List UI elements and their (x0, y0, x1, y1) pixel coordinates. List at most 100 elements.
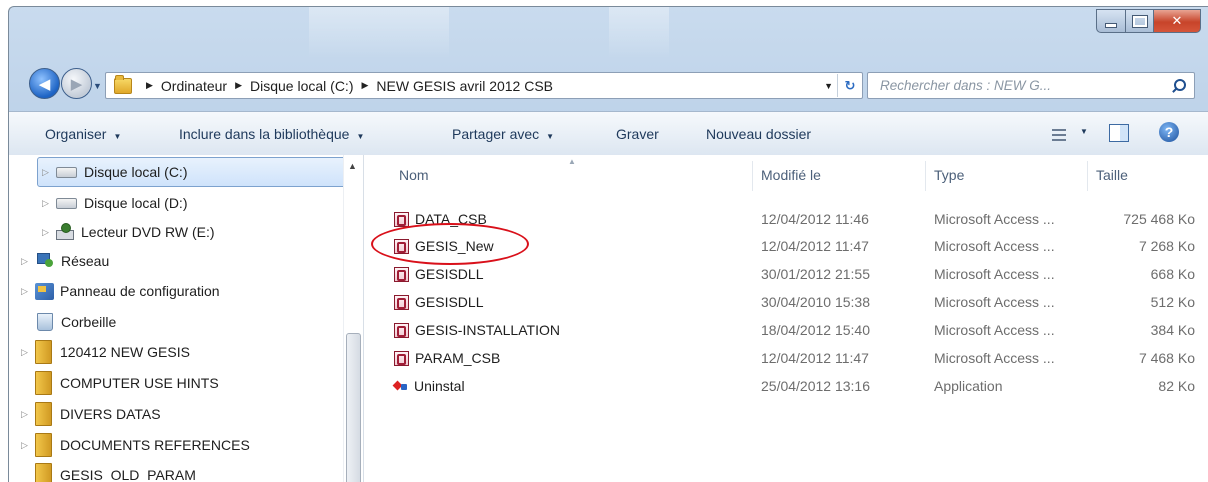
nav-item-label: 120412 NEW GESIS (60, 344, 190, 360)
file-row[interactable]: GESISDLL 30/01/2012 21:55 Microsoft Acce… (364, 261, 1208, 288)
burn-button[interactable]: Graver (616, 126, 659, 142)
drive-icon (56, 197, 77, 209)
back-button[interactable]: ◀ (29, 68, 60, 99)
application-icon (394, 380, 408, 392)
file-name: GESIS-INSTALLATION (415, 322, 560, 338)
nav-item-network[interactable]: ▷ Réseau (21, 247, 109, 275)
recent-pages-dropdown[interactable]: ▼ (93, 81, 102, 91)
file-type: Microsoft Access ... (934, 211, 1055, 227)
file-size: 668 Ko (1150, 266, 1195, 282)
chevron-down-icon: ▼ (113, 132, 122, 141)
file-name-cell: GESISDLL (394, 266, 483, 282)
column-header-modified[interactable]: Modifié le (761, 167, 821, 183)
sort-arrow-icon: ▲ (568, 157, 576, 166)
folder-icon (35, 371, 52, 395)
expand-arrow-icon[interactable]: ▷ (42, 198, 56, 209)
nav-item-local-disk-c[interactable]: ▷ Disque local (C:) (37, 157, 357, 187)
nav-item-folder[interactable]: ▷ 120412 NEW GESIS (21, 338, 190, 366)
address-bar[interactable]: ▶ Ordinateur ▶ Disque local (C:) ▶ NEW G… (105, 72, 863, 99)
file-modified: 30/04/2010 15:38 (761, 294, 870, 310)
help-icon[interactable]: ? (1159, 122, 1179, 142)
nav-item-folder[interactable]: COMPUTER USE HINTS (35, 369, 219, 397)
file-size: 7 468 Ko (1138, 350, 1195, 366)
file-row[interactable]: DATA_CSB 12/04/2012 11:46 Microsoft Acce… (364, 206, 1208, 233)
nav-item-dvd-drive[interactable]: ▷ Lecteur DVD RW (E:) (42, 218, 215, 246)
expand-arrow-icon[interactable]: ▷ (21, 256, 35, 267)
dvd-drive-icon (56, 223, 74, 240)
expand-arrow-icon[interactable]: ▷ (21, 440, 35, 451)
expand-arrow-icon[interactable]: ▷ (21, 409, 35, 420)
file-row[interactable]: Uninstal 25/04/2012 13:16 Application 82… (364, 373, 1208, 400)
file-modified: 12/04/2012 11:47 (761, 238, 869, 254)
search-input[interactable] (878, 77, 1172, 94)
preview-pane-icon[interactable] (1109, 124, 1129, 142)
column-header-type[interactable]: Type (934, 167, 964, 183)
access-db-icon (394, 266, 409, 282)
forward-button[interactable]: ▶ (61, 68, 92, 99)
expand-arrow-icon[interactable]: ▷ (21, 286, 35, 297)
title-bar[interactable]: ✕ (9, 7, 1208, 59)
close-button[interactable]: ✕ (1153, 9, 1201, 33)
address-history-dropdown[interactable]: ▼ (824, 81, 833, 91)
chevron-down-icon: ▼ (546, 132, 555, 141)
column-divider[interactable] (752, 161, 753, 191)
scrollbar-thumb[interactable] (346, 333, 361, 482)
file-name-cell: DATA_CSB (394, 211, 487, 227)
expand-arrow-icon[interactable]: ▷ (42, 167, 56, 178)
file-row[interactable]: GESISDLL 30/04/2010 15:38 Microsoft Acce… (364, 289, 1208, 316)
breadcrumb-computer[interactable]: Ordinateur (161, 78, 227, 94)
expand-arrow-icon[interactable]: ▷ (21, 347, 35, 358)
file-row[interactable]: PARAM_CSB 12/04/2012 11:47 Microsoft Acc… (364, 345, 1208, 372)
forward-arrow-icon: ▶ (70, 75, 83, 93)
column-header-size[interactable]: Taille (1096, 167, 1128, 183)
explorer-window: ✕ ◀ ▶ ▼ ▶ Ordinateur ▶ Disque local (C:)… (8, 6, 1208, 482)
breadcrumb-local-disk[interactable]: Disque local (C:) (250, 78, 353, 94)
file-modified: 30/01/2012 21:55 (761, 266, 870, 282)
chevron-right-icon[interactable]: ▶ (235, 80, 242, 91)
access-db-icon (394, 322, 409, 338)
minimize-button[interactable] (1096, 9, 1125, 33)
nav-scrollbar[interactable]: ▲ (343, 155, 362, 482)
nav-item-folder[interactable]: GESIS_OLD_PARAM (35, 461, 196, 482)
file-list: ▲ Nom Modifié le Type Taille DATA_CSB 12… (364, 155, 1208, 482)
nav-item-local-disk-d[interactable]: ▷ Disque local (D:) (42, 189, 187, 217)
file-row[interactable]: GESIS_New 12/04/2012 11:47 Microsoft Acc… (364, 233, 1208, 260)
nav-item-control-panel[interactable]: ▷ Panneau de configuration (21, 277, 220, 305)
expand-arrow-icon[interactable]: ▷ (42, 227, 56, 238)
organize-menu[interactable]: Organiser ▼ (45, 126, 121, 142)
folder-icon (35, 433, 52, 457)
file-type: Microsoft Access ... (934, 294, 1055, 310)
nav-item-label: Disque local (D:) (84, 195, 188, 211)
chevron-down-icon[interactable]: ▼ (1080, 127, 1088, 136)
file-modified: 12/04/2012 11:47 (761, 350, 869, 366)
view-options-icon[interactable] (1052, 129, 1068, 141)
search-icon[interactable] (1172, 78, 1186, 93)
folder-icon (35, 340, 52, 364)
new-folder-button[interactable]: Nouveau dossier (706, 126, 811, 142)
file-name: GESISDLL (415, 294, 484, 310)
nav-item-recycle-bin[interactable]: Corbeille (35, 308, 116, 336)
file-name-cell: PARAM_CSB (394, 350, 500, 366)
nav-item-folder[interactable]: ▷ DOCUMENTS REFERENCES (21, 431, 250, 459)
file-type: Microsoft Access ... (934, 266, 1055, 282)
back-arrow-icon: ◀ (38, 75, 51, 93)
column-header-name[interactable]: Nom (399, 167, 429, 183)
nav-item-folder[interactable]: ▷ DIVERS DATAS (21, 400, 161, 428)
caption-buttons: ✕ (1096, 9, 1201, 33)
breadcrumb-current-folder[interactable]: NEW GESIS avril 2012 CSB (376, 78, 553, 94)
file-size: 82 Ko (1158, 378, 1195, 394)
maximize-button[interactable] (1125, 9, 1153, 33)
file-name-cell: GESISDLL (394, 294, 483, 310)
share-with-menu[interactable]: Partager avec ▼ (452, 126, 554, 142)
file-row[interactable]: GESIS-INSTALLATION 18/04/2012 15:40 Micr… (364, 317, 1208, 344)
refresh-button[interactable]: ↻ (837, 74, 862, 97)
include-in-library-menu[interactable]: Inclure dans la bibliothèque ▼ (179, 126, 364, 142)
column-divider[interactable] (1087, 161, 1088, 191)
column-divider[interactable] (925, 161, 926, 191)
access-db-icon (394, 294, 409, 310)
chevron-right-icon[interactable]: ▶ (361, 80, 368, 91)
scroll-up-icon[interactable]: ▲ (348, 161, 357, 171)
chevron-right-icon[interactable]: ▶ (146, 80, 153, 91)
file-modified: 18/04/2012 15:40 (761, 322, 870, 338)
recycle-bin-icon (37, 313, 53, 331)
